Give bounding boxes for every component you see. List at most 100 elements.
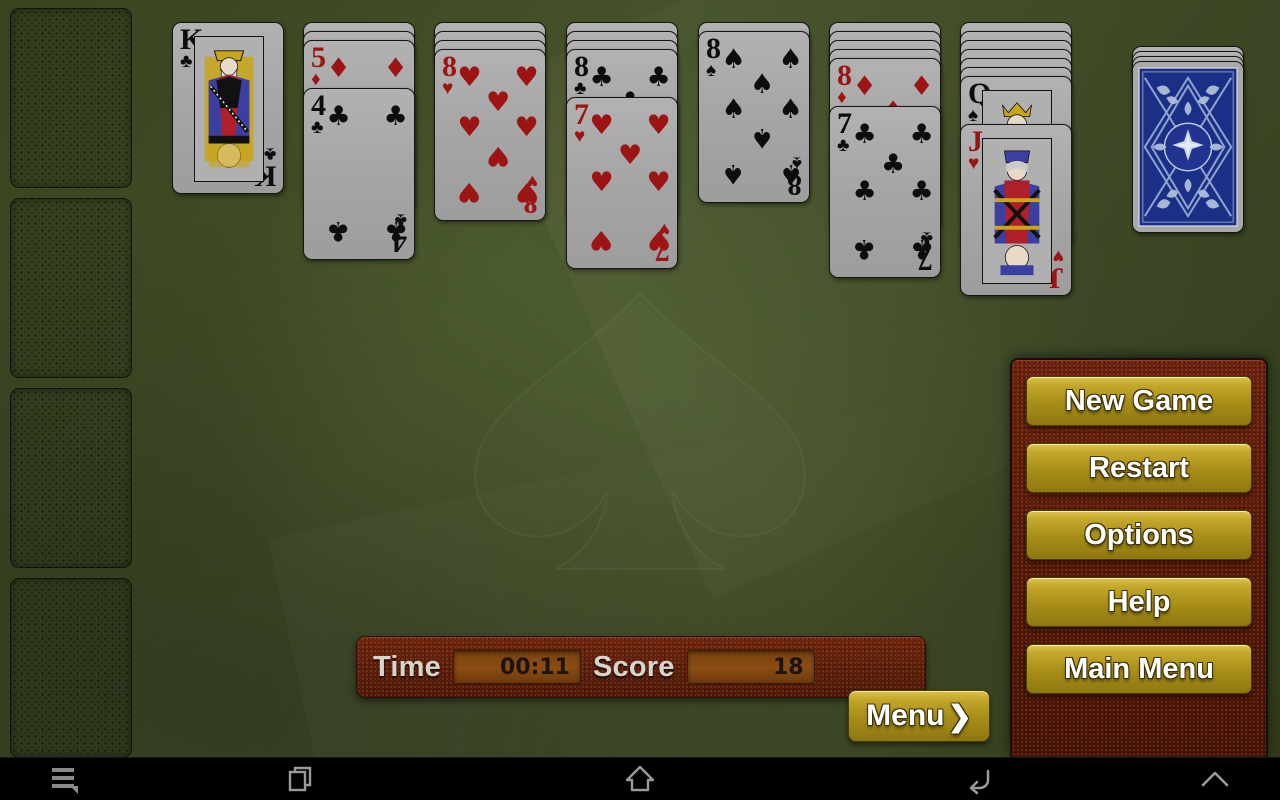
card-pip-clubs: ♣ [384,103,408,130]
card-pips: ♣♣♣♣♣♣♣ [852,115,936,271]
card-pip-hearts: ♥ [486,89,510,116]
recents-icon[interactable] [130,762,470,796]
card-rank: 8 [574,54,588,80]
card-rank: 5 [311,45,325,71]
card-pip-hearts: ♥ [515,114,539,141]
card-corner-top-left: J♥ [968,129,982,172]
card-J-hearts[interactable]: J♥J♥ [960,124,1072,296]
menu-item-new-game[interactable]: New Game [1026,376,1252,426]
card-pip-clubs: ♣ [326,103,350,130]
court-figure-J [982,138,1052,284]
card-pip-hearts: ♥ [457,178,481,205]
card-pip-diamonds: ♦ [384,55,408,82]
court-figure-K [194,36,264,182]
card-corner-top-left: 5♦ [311,45,325,88]
foundation-slot-2[interactable] [10,198,132,378]
card-pip-clubs: ♣ [910,178,934,205]
menu-item-label: Help [1108,586,1171,619]
menu-button[interactable]: Menu ❯ [848,690,990,742]
card-rank: 7 [837,111,851,137]
game-table: K♣K♣ 5♦5♦♦♦♦♦♦4♣4♣♣♣♣♣8♥8♥♥♥♥♥♥♥♥♥8♣8♣♣♣… [0,0,1280,757]
card-pip-hearts: ♥ [647,226,671,253]
menu-item-restart[interactable]: Restart [1026,443,1252,493]
stock-top-card-back[interactable] [1132,61,1244,233]
foundation-slot-3[interactable] [10,388,132,568]
card-corner-top-left: 7♥ [574,102,588,145]
menu-item-label: Options [1084,519,1194,552]
card-pip-clubs: ♣ [852,178,876,205]
card-pip-spades: ♠ [779,160,803,187]
card-corner-top-left: 8♠ [706,36,720,79]
card-pip-clubs: ♣ [326,217,350,244]
card-pip-spades: ♠ [750,124,774,151]
card-K-clubs[interactable]: K♣K♣ [172,22,284,194]
card-pips: ♥♥♥♥♥♥♥♥ [457,58,541,214]
card-rank: 8 [837,63,851,89]
card-corner-top-left: 7♣ [837,111,851,154]
card-pip-hearts: ♥ [515,178,539,205]
card-pip-hearts: ♥ [647,112,671,139]
card-pip-clubs: ♣ [384,217,408,244]
card-7-clubs[interactable]: 7♣7♣♣♣♣♣♣♣♣ [829,106,941,278]
side-menu-panel: New Game Restart Options Help Main Menu [1010,358,1268,757]
card-8-spades[interactable]: 8♠8♠♠♠♠♠♠♠♠♠ [698,31,810,203]
card-corner-top-left: 8♣ [574,54,588,97]
expand-up-icon[interactable] [1150,766,1280,792]
card-rank: 4 [311,93,325,119]
menu-item-label: Main Menu [1064,653,1214,686]
card-rank: J [1050,266,1064,292]
card-pip-clubs: ♣ [852,235,876,262]
card-pip-diamonds: ♦ [910,73,934,100]
card-corner-top-left: 8♦ [837,63,851,106]
card-pip-hearts: ♥ [589,112,613,139]
menu-item-options[interactable]: Options [1026,510,1252,560]
card-pip-hearts: ♥ [486,142,510,169]
menu-item-label: Restart [1089,452,1189,485]
card-rank: 8 [706,36,720,62]
card-pip-spades: ♠ [750,71,774,98]
card-7-hearts[interactable]: 7♥7♥♥♥♥♥♥♥♥ [566,97,678,269]
card-suit-icon: ♣ [311,120,325,136]
card-pip-clubs: ♣ [910,235,934,262]
card-suit-icon: ♣ [837,138,851,154]
card-4-clubs[interactable]: 4♣4♣♣♣♣♣ [303,88,415,260]
foundation-slot-4[interactable] [10,578,132,757]
keyboard-icon[interactable] [0,764,130,794]
card-pip-spades: ♠ [779,46,803,73]
time-label: Time [373,651,441,684]
menu-item-help[interactable]: Help [1026,577,1252,627]
card-suit-icon: ♥ [1050,248,1064,264]
status-bar: Time 00:11 Score 18 [356,636,926,698]
card-pip-diamonds: ♦ [852,73,876,100]
card-pips: ♠♠♠♠♠♠♠♠ [721,40,805,196]
card-pip-hearts: ♥ [589,226,613,253]
home-icon[interactable] [470,762,810,796]
score-label: Score [593,651,675,684]
card-corner-bottom-right: J♥ [1050,248,1064,291]
card-suit-icon: ♣ [574,81,588,97]
card-pip-hearts: ♥ [647,169,671,196]
card-pip-spades: ♠ [779,96,803,123]
card-pip-hearts: ♥ [515,64,539,91]
foundation-slot-1[interactable] [10,8,132,188]
card-pips: ♥♥♥♥♥♥♥ [589,106,673,262]
back-icon[interactable] [810,762,1150,796]
card-pip-clubs: ♣ [589,64,613,91]
card-pip-clubs: ♣ [647,64,671,91]
chevron-right-icon: ❯ [948,699,972,734]
menu-item-main-menu[interactable]: Main Menu [1026,644,1252,694]
menu-button-label: Menu [866,699,944,733]
card-back-pattern [1133,62,1243,232]
card-pip-hearts: ♥ [618,142,642,169]
card-8-hearts[interactable]: 8♥8♥♥♥♥♥♥♥♥♥ [434,49,546,221]
card-pip-hearts: ♥ [457,114,481,141]
card-pip-spades: ♠ [721,160,745,187]
card-corner-top-left: 8♥ [442,54,456,97]
card-pip-clubs: ♣ [910,121,934,148]
card-rank: J [968,129,982,155]
card-pip-spades: ♠ [721,46,745,73]
card-pip-hearts: ♥ [457,64,481,91]
card-pips: ♣ ♣ ♣ ♣ [326,97,410,253]
card-pip-diamonds: ♦ [326,55,350,82]
card-corner-top-left: 4♣ [311,93,325,136]
